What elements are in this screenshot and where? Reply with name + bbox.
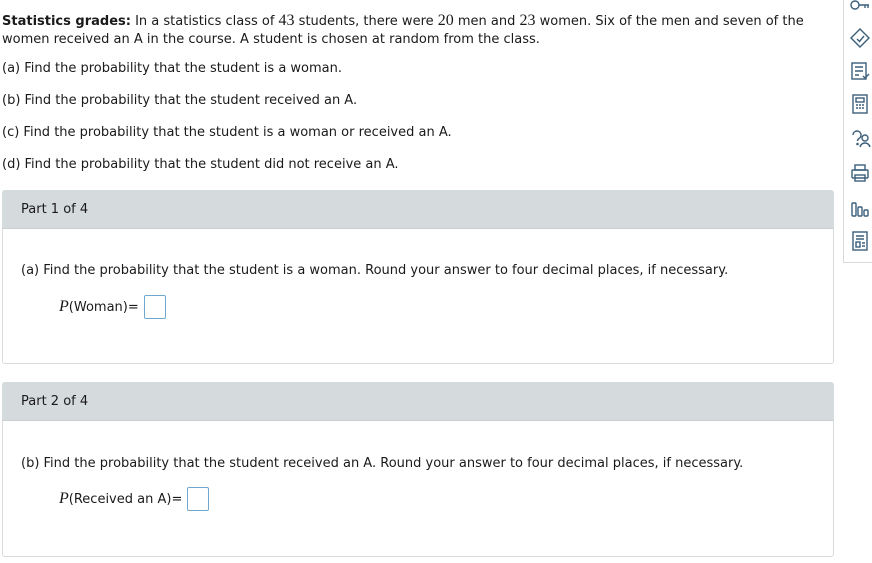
help-icon[interactable] [849, 127, 871, 149]
calculator-icon[interactable] [849, 93, 871, 115]
probability-symbol: P [59, 490, 69, 507]
problem-statement: Statistics grades: In a statistics class… [2, 12, 822, 49]
notes-icon[interactable] [849, 230, 871, 252]
event-label: (Received an A) [68, 491, 172, 507]
question-d: (d) Find the probability that the studen… [2, 157, 399, 172]
answer-input-received-a[interactable] [187, 487, 210, 511]
part-2-question: (b) Find the probability that the studen… [21, 456, 744, 471]
tool-rail [843, 0, 872, 263]
women-count: 23 [519, 12, 536, 29]
problem-text-3: men and [453, 14, 520, 29]
probability-symbol: P [59, 298, 69, 315]
problem-title: Statistics grades: [2, 14, 131, 29]
problem-text-1: In a statistics class of [130, 14, 279, 29]
men-count: 20 [437, 12, 454, 29]
part-1-question: (a) Find the probability that the studen… [21, 263, 729, 278]
checklist-icon[interactable] [849, 60, 871, 82]
print-icon[interactable] [849, 162, 871, 184]
part-2-answer-row: P (Received an A) = [59, 487, 210, 511]
question-c: (c) Find the probability that the studen… [2, 125, 452, 140]
problem-text-2: students, there were [294, 14, 438, 29]
question-b: (b) Find the probability that the studen… [2, 93, 358, 108]
part-2-header: Part 2 of 4 [3, 383, 833, 421]
event-label: (Woman) [68, 299, 128, 315]
part-1-header: Part 1 of 4 [3, 191, 833, 229]
answer-input-woman[interactable] [143, 295, 166, 319]
chart-icon[interactable] [849, 197, 871, 219]
question-a: (a) Find the probability that the studen… [2, 61, 342, 76]
part-1-panel: Part 1 of 4 (a) Find the probability tha… [2, 190, 834, 364]
key-icon[interactable] [849, 0, 871, 16]
equals-sign: = [127, 299, 139, 315]
tag-icon[interactable] [849, 27, 871, 49]
total-students: 43 [278, 12, 295, 29]
part-1-answer-row: P (Woman) = [59, 295, 166, 319]
equals-sign: = [171, 491, 183, 507]
part-2-panel: Part 2 of 4 (b) Find the probability tha… [2, 382, 834, 557]
